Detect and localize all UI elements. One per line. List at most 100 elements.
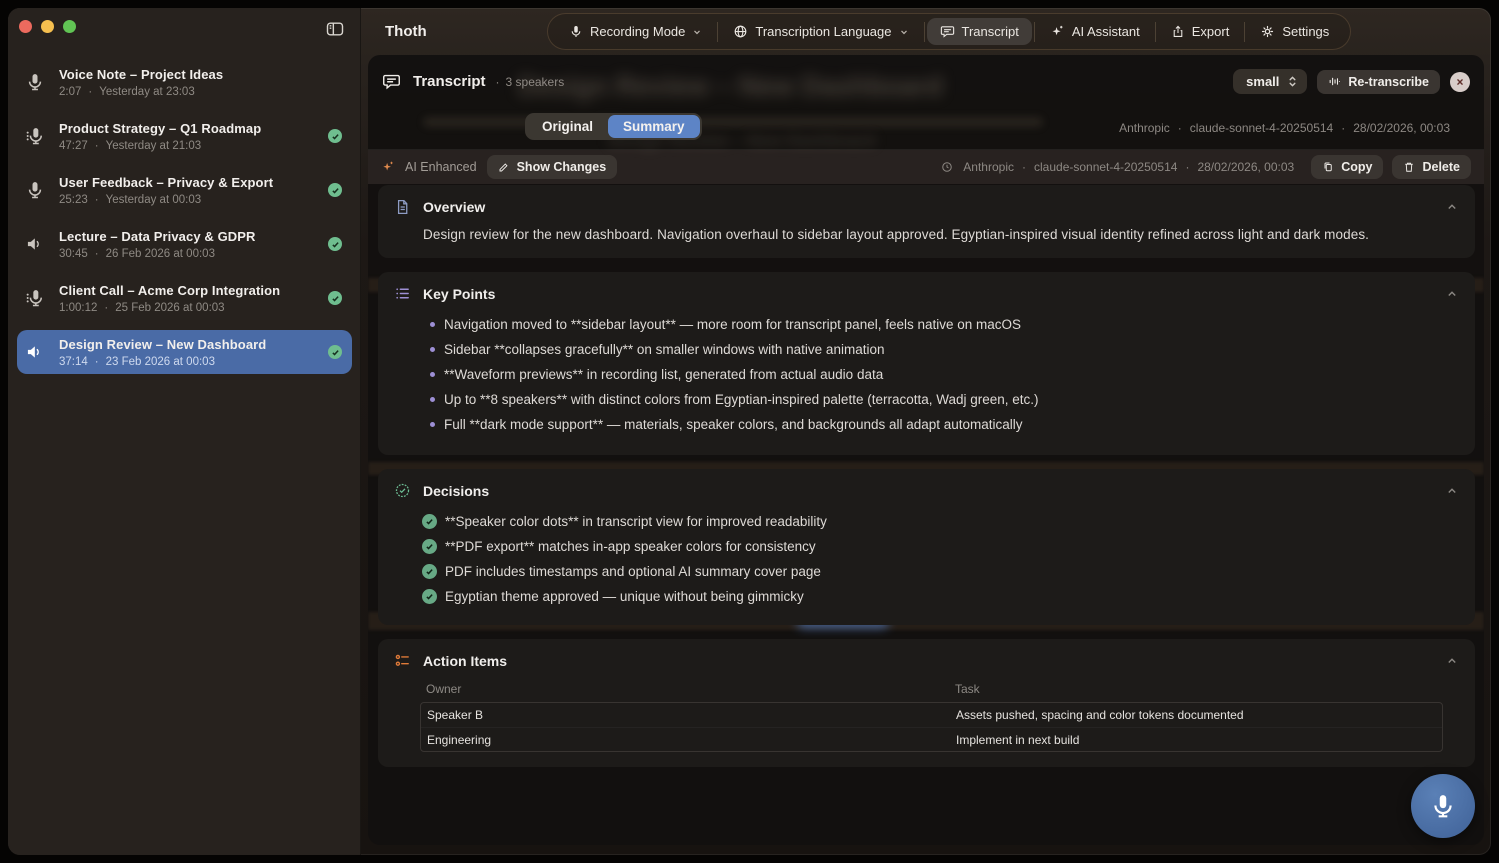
recording-item-product-strategy[interactable]: Product Strategy – Q1 Roadmap 47:27·Yest… <box>17 114 352 158</box>
section-title: Decisions <box>423 483 489 499</box>
sidebar: Voice Note – Project Ideas 2:07·Yesterda… <box>8 8 361 855</box>
recording-mode-menu[interactable]: Recording Mode <box>556 18 715 45</box>
settings-button[interactable]: Settings <box>1247 18 1342 45</box>
toolbar-divider <box>924 22 925 42</box>
recording-item-voice-note[interactable]: Voice Note – Project Ideas 2:07·Yesterda… <box>17 60 352 104</box>
retranscribe-button[interactable]: Re-transcribe <box>1317 70 1440 94</box>
share-icon <box>1171 24 1185 39</box>
transcript-tab[interactable]: Transcript <box>927 18 1032 45</box>
toolbar-divider <box>717 22 718 42</box>
speaker-icon <box>25 234 51 254</box>
overview-section: Overview Design review for the new dashb… <box>378 185 1475 258</box>
transcribed-check-icon <box>328 129 342 143</box>
ai-enhanced-label: AI Enhanced <box>405 160 477 174</box>
tab-original[interactable]: Original <box>527 115 608 138</box>
action-items-table: Owner Task Speaker B Assets pushed, spac… <box>420 682 1443 752</box>
recording-meta: 25:23·Yesterday at 00:03 <box>59 194 273 206</box>
summary-content: Overview Design review for the new dashb… <box>378 185 1475 781</box>
recording-title: Product Strategy – Q1 Roadmap <box>59 121 261 136</box>
chevron-down-icon <box>899 27 909 37</box>
sidebar-toggle-icon[interactable] <box>322 17 348 41</box>
decision-item: PDF includes timestamps and optional AI … <box>422 559 1459 584</box>
recording-title: Client Call – Acme Corp Integration <box>59 283 280 298</box>
clock-icon <box>941 161 953 173</box>
recording-title: Lecture – Data Privacy & GDPR <box>59 229 256 244</box>
up-down-chevrons-icon <box>1287 75 1298 88</box>
view-segmented-control: Original Summary <box>525 113 702 140</box>
minimize-window-button[interactable] <box>41 20 54 33</box>
key-point-item: Sidebar **collapses gracefully** on smal… <box>430 337 1459 362</box>
check-circle-icon <box>422 589 437 604</box>
chevron-up-icon[interactable] <box>1445 484 1459 498</box>
speaker-count: ·3 speakers <box>496 75 565 89</box>
toolbar-divider <box>1244 22 1245 42</box>
chevron-up-icon[interactable] <box>1445 200 1459 214</box>
waveform-icon <box>1328 75 1341 88</box>
key-point-item: Navigation moved to **sidebar layout** —… <box>430 312 1459 337</box>
close-window-button[interactable] <box>19 20 32 33</box>
recording-item-lecture[interactable]: Lecture – Data Privacy & GDPR 30:45·26 F… <box>17 222 352 266</box>
decision-item: **Speaker color dots** in transcript vie… <box>422 509 1459 534</box>
transcribed-check-icon <box>328 345 342 359</box>
recording-meta: 30:45·26 Feb 2026 at 00:03 <box>59 248 256 260</box>
mic-icon <box>569 24 583 39</box>
tab-summary[interactable]: Summary <box>608 115 700 138</box>
chevron-down-icon <box>692 27 702 37</box>
toolbar-divider <box>1155 22 1156 42</box>
screen: Voice Note – Project Ideas 2:07·Yesterda… <box>0 0 1499 863</box>
recording-title: Design Review – New Dashboard <box>59 337 266 352</box>
enhancement-metadata: Anthropic· claude-sonnet-4-20250514· 28/… <box>941 160 1294 174</box>
owner-cell: Engineering <box>427 733 956 747</box>
overview-text: Design review for the new dashboard. Nav… <box>423 227 1459 242</box>
app-title: Thoth <box>385 23 427 40</box>
transcript-panel: Design Review – New Dashboard Design Rev… <box>368 55 1484 845</box>
key-point-item: Full **dark mode support** — materials, … <box>430 412 1459 437</box>
transcribed-check-icon <box>328 183 342 197</box>
model-size-select[interactable]: small <box>1233 69 1307 94</box>
mic-icon <box>25 72 51 92</box>
panel-title: Transcript <box>413 73 486 90</box>
chevron-up-icon[interactable] <box>1445 654 1459 668</box>
gear-icon <box>1260 24 1275 39</box>
key-points-section: Key Points Navigation moved to **sidebar… <box>378 272 1475 455</box>
transcription-metadata: Anthropic· claude-sonnet-4-20250514· 28/… <box>1119 121 1450 135</box>
mic-waveform-icon <box>25 288 51 308</box>
transcription-language-menu[interactable]: Transcription Language <box>720 18 921 45</box>
recording-meta: 47:27·Yesterday at 21:03 <box>59 140 261 152</box>
transcribed-check-icon <box>328 291 342 305</box>
table-row: Engineering Implement in next build <box>421 727 1442 751</box>
export-button[interactable]: Export <box>1158 18 1243 45</box>
task-cell: Assets pushed, spacing and color tokens … <box>956 708 1436 722</box>
toolbar-divider <box>1034 22 1035 42</box>
delete-button[interactable]: Delete <box>1392 155 1471 179</box>
check-circle-icon <box>422 564 437 579</box>
key-points-list: Navigation moved to **sidebar layout** —… <box>430 312 1459 437</box>
decision-item: Egyptian theme approved — unique without… <box>422 584 1459 609</box>
record-button[interactable] <box>1411 774 1475 838</box>
speaker-icon <box>25 342 51 362</box>
ai-assistant-button[interactable]: AI Assistant <box>1037 18 1153 45</box>
globe-icon <box>733 24 748 39</box>
recording-meta: 1:00:12·25 Feb 2026 at 00:03 <box>59 302 280 314</box>
column-header-task: Task <box>955 682 1437 696</box>
zoom-window-button[interactable] <box>63 20 76 33</box>
show-changes-button[interactable]: Show Changes <box>487 155 618 179</box>
action-items-section: Action Items Owner Task Speaker B <box>378 639 1475 767</box>
recording-item-user-feedback[interactable]: User Feedback – Privacy & Export 25:23·Y… <box>17 168 352 212</box>
task-cell: Implement in next build <box>956 733 1436 747</box>
sparkle-icon <box>381 160 395 174</box>
sparkle-icon <box>1050 24 1065 39</box>
todo-list-icon <box>394 652 414 669</box>
check-circle-icon <box>422 514 437 529</box>
copy-icon <box>1322 161 1334 173</box>
mic-icon <box>25 180 51 200</box>
chevron-up-icon[interactable] <box>1445 287 1459 301</box>
recording-item-client-call[interactable]: Client Call – Acme Corp Integration 1:00… <box>17 276 352 320</box>
check-circle-icon <box>422 539 437 554</box>
close-panel-button[interactable] <box>1450 72 1470 92</box>
copy-button[interactable]: Copy <box>1311 155 1383 179</box>
recording-item-design-review[interactable]: Design Review – New Dashboard 37:14·23 F… <box>17 330 352 374</box>
document-icon <box>394 198 414 216</box>
window-controls <box>19 20 76 33</box>
decisions-section: Decisions **Speaker color dots** in tran… <box>378 469 1475 625</box>
